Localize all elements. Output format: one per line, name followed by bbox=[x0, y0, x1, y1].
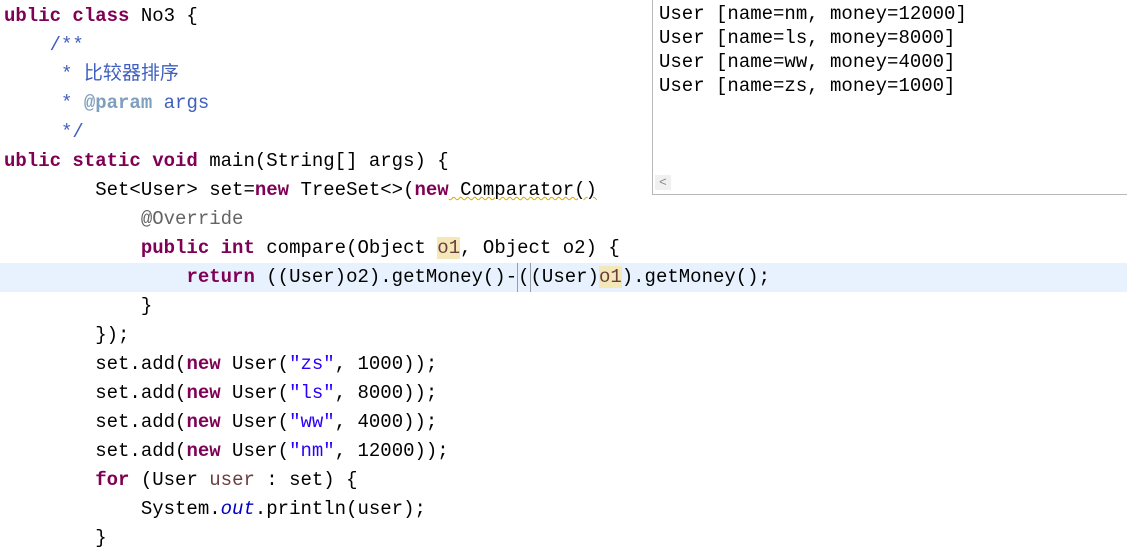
code-text: .println(user); bbox=[255, 498, 426, 520]
javadoc-end: */ bbox=[4, 121, 84, 143]
keyword-new: new bbox=[186, 440, 220, 462]
code-text: ((User)o2).getMoney()- bbox=[255, 266, 517, 288]
code-text: System. bbox=[4, 498, 221, 520]
code-line[interactable]: } bbox=[0, 524, 1127, 553]
javadoc-star: * bbox=[4, 63, 84, 85]
code-text: set.add( bbox=[4, 353, 186, 375]
keyword-return: return bbox=[186, 266, 254, 288]
code-text: set.add( bbox=[4, 382, 186, 404]
keyword-new: new bbox=[186, 353, 220, 375]
code-line[interactable]: set.add(new User("ls", 8000)); bbox=[0, 379, 1127, 408]
code-line[interactable]: }); bbox=[0, 321, 1127, 350]
keyword: public int bbox=[141, 237, 255, 259]
highlighted-variable-o1: o1 bbox=[437, 237, 460, 259]
code-line[interactable]: set.add(new User("nm", 12000)); bbox=[0, 437, 1127, 466]
keyword: ublic class bbox=[4, 5, 129, 27]
cursor-paren: ( bbox=[517, 263, 530, 292]
code-text: Comparator() bbox=[449, 179, 597, 201]
output-line: User [name=zs, money=1000] bbox=[659, 75, 955, 97]
javadoc-arg: args bbox=[152, 92, 209, 114]
code-line[interactable]: } bbox=[0, 292, 1127, 321]
code-text: set.add( bbox=[4, 440, 186, 462]
code-text: TreeSet<>( bbox=[289, 179, 414, 201]
code-text: , Object o2) { bbox=[460, 237, 620, 259]
string-literal: "nm" bbox=[289, 440, 335, 462]
static-field-out: out bbox=[221, 498, 255, 520]
code-text: , 1000)); bbox=[335, 353, 438, 375]
string-literal: "ls" bbox=[289, 382, 335, 404]
code-line[interactable]: set.add(new User("zs", 1000)); bbox=[0, 350, 1127, 379]
console-output[interactable]: User [name=nm, money=12000] User [name=l… bbox=[652, 0, 1127, 195]
keyword: ublic static void bbox=[4, 150, 198, 172]
javadoc-start: /** bbox=[4, 34, 84, 56]
output-line: User [name=ww, money=4000] bbox=[659, 51, 955, 73]
annotation-override: @Override bbox=[4, 208, 243, 230]
indent bbox=[4, 469, 95, 491]
string-literal: "ww" bbox=[289, 411, 335, 433]
code-text: User( bbox=[221, 440, 289, 462]
code-text: , 12000)); bbox=[335, 440, 449, 462]
code-text: ).getMoney(); bbox=[622, 266, 770, 288]
indent bbox=[4, 237, 141, 259]
code-line[interactable]: for (User user : set) { bbox=[0, 466, 1127, 495]
code-text: User( bbox=[221, 382, 289, 404]
brace-close: } bbox=[4, 295, 152, 317]
highlighted-variable-o1: o1 bbox=[599, 266, 622, 288]
keyword-for: for bbox=[95, 469, 129, 491]
brace-close: } bbox=[4, 527, 107, 549]
output-line: User [name=nm, money=12000] bbox=[659, 3, 967, 25]
code-text: (User) bbox=[531, 266, 599, 288]
loop-variable: user bbox=[209, 469, 255, 491]
code-line-current[interactable]: return ((User)o2).getMoney()-((User)o1).… bbox=[0, 263, 1127, 292]
output-line: User [name=ls, money=8000] bbox=[659, 27, 955, 49]
code-text: User( bbox=[221, 411, 289, 433]
class-name: No3 { bbox=[129, 5, 197, 27]
code-text: , 4000)); bbox=[335, 411, 438, 433]
code-text: set.add( bbox=[4, 411, 186, 433]
keyword-new: new bbox=[186, 411, 220, 433]
code-line[interactable]: public int compare(Object o1, Object o2)… bbox=[0, 234, 1127, 263]
code-text: , 8000)); bbox=[335, 382, 438, 404]
code-text: (User bbox=[129, 469, 209, 491]
method-sig: main(String[] args) { bbox=[198, 150, 449, 172]
javadoc-star: * bbox=[4, 92, 84, 114]
keyword-new: new bbox=[255, 179, 289, 201]
code-text: : set) { bbox=[255, 469, 358, 491]
keyword-new: new bbox=[186, 382, 220, 404]
indent bbox=[4, 266, 186, 288]
code-text: Set<User> set= bbox=[4, 179, 255, 201]
close-paren-brace: }); bbox=[4, 324, 129, 346]
code-text: compare(Object bbox=[255, 237, 437, 259]
code-line[interactable]: @Override bbox=[0, 205, 1127, 234]
keyword-new: new bbox=[414, 179, 448, 201]
string-literal: "zs" bbox=[289, 353, 335, 375]
javadoc-param-tag: @param bbox=[84, 92, 152, 114]
terminated-marker: < bbox=[655, 175, 671, 190]
code-line[interactable]: set.add(new User("ww", 4000)); bbox=[0, 408, 1127, 437]
code-line[interactable]: System.out.println(user); bbox=[0, 495, 1127, 524]
code-text: User( bbox=[221, 353, 289, 375]
javadoc-text: 比较器排序 bbox=[84, 63, 179, 85]
